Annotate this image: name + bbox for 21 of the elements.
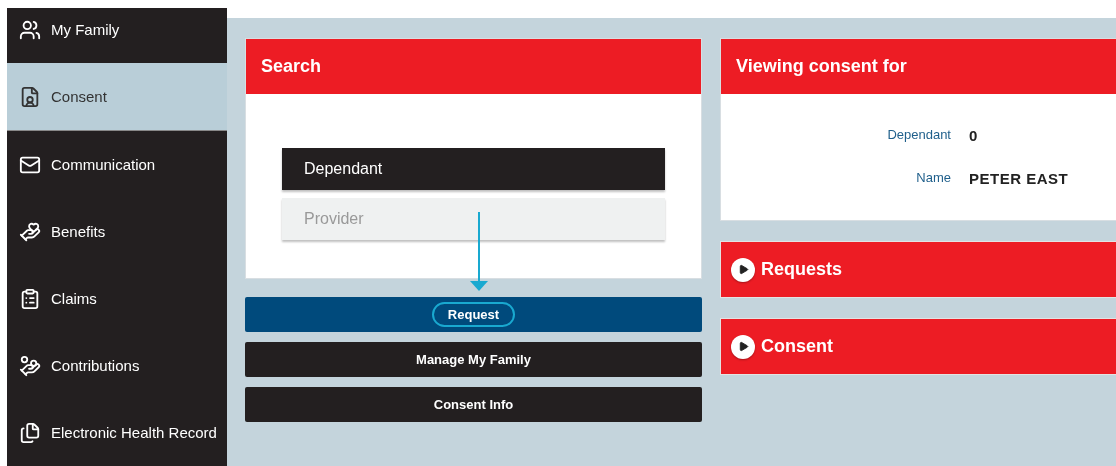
files-icon bbox=[19, 421, 41, 444]
card-header: Viewing consent for bbox=[721, 39, 1116, 94]
field-value: 0 bbox=[969, 127, 979, 144]
field-value: PETER EAST bbox=[969, 170, 1070, 187]
action-button[interactable]: Consent Info bbox=[245, 387, 702, 422]
card-header: Search bbox=[246, 39, 701, 94]
hand-coins-icon bbox=[19, 354, 41, 377]
expand-icon[interactable] bbox=[731, 257, 755, 282]
action-button[interactable]: Request bbox=[245, 297, 702, 332]
action-button[interactable]: Manage My Family bbox=[245, 342, 702, 377]
hand-heart-icon bbox=[19, 220, 41, 243]
sidebar-item[interactable]: Consent bbox=[7, 63, 227, 131]
field-label: Dependant bbox=[886, 127, 951, 144]
document-user-icon bbox=[19, 85, 41, 108]
section-header[interactable]: Requests bbox=[720, 241, 1116, 298]
expand-icon[interactable] bbox=[731, 334, 755, 359]
field-label: Name bbox=[915, 170, 951, 187]
clipboard-icon bbox=[19, 287, 41, 310]
section-header[interactable]: Consent bbox=[720, 318, 1116, 375]
search-option[interactable]: Dependant bbox=[282, 148, 665, 190]
people-icon bbox=[19, 18, 41, 41]
